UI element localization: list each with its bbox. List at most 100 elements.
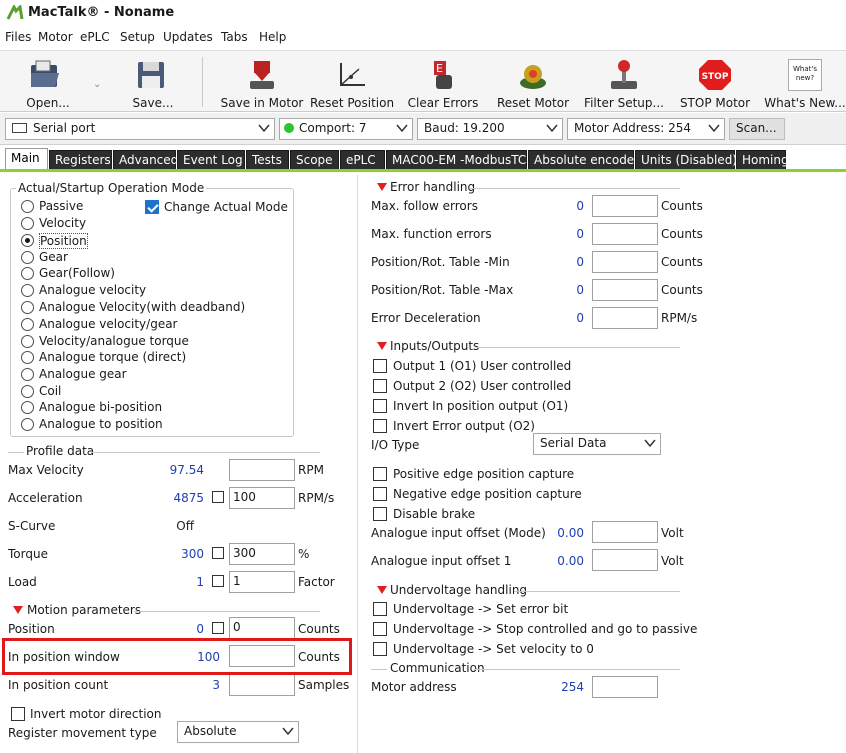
max-function-errors-unit: Counts: [661, 227, 703, 241]
max-follow-errors-input[interactable]: [592, 195, 658, 217]
tab-bar: Main Registers Advanced Event Log Tests …: [0, 148, 846, 170]
disable-brake-label: Disable brake: [393, 507, 476, 521]
tab-tests[interactable]: Tests: [246, 150, 289, 170]
menu-eplc[interactable]: ePLC: [80, 30, 110, 44]
save-in-motor-button[interactable]: Save in Motor: [220, 51, 304, 113]
invert-error-output-checkbox[interactable]: [373, 419, 387, 433]
menu-files[interactable]: Files: [5, 30, 31, 44]
mode-radio-passive[interactable]: [21, 200, 34, 213]
load-checkbox[interactable]: [212, 575, 224, 587]
open-label: Open...: [26, 96, 70, 110]
tab-event-log[interactable]: Event Log: [177, 150, 245, 170]
analogue-offset-1-input[interactable]: [592, 549, 658, 571]
tab-homing[interactable]: Homing: [736, 150, 789, 170]
collapse-triangle-icon[interactable]: [377, 183, 387, 191]
max-velocity-input[interactable]: [229, 459, 295, 481]
invert-motor-direction-checkbox[interactable]: [11, 707, 25, 721]
save-button[interactable]: Save...: [123, 51, 183, 113]
open-dropdown-arrow-icon[interactable]: ⌄: [93, 79, 101, 90]
undervoltage-stop-controlled-checkbox[interactable]: [373, 622, 387, 636]
register-movement-type-select[interactable]: Absolute: [177, 721, 299, 743]
mode-radio-position[interactable]: [21, 234, 34, 247]
torque-input[interactable]: 300: [229, 543, 295, 565]
error-deceleration-input[interactable]: [592, 307, 658, 329]
invert-in-position-output-checkbox[interactable]: [373, 399, 387, 413]
acceleration-input[interactable]: 100: [229, 487, 295, 509]
menu-help[interactable]: Help: [259, 30, 286, 44]
analogue-offset-mode-input[interactable]: [592, 521, 658, 543]
undervoltage-set-error-checkbox[interactable]: [373, 602, 387, 616]
baud-value: Baud: 19.200: [424, 121, 505, 135]
rot-table-min-input[interactable]: [592, 251, 658, 273]
reset-motor-button[interactable]: Reset Motor: [496, 51, 570, 113]
tab-mac00-em-modbustcp[interactable]: MAC00-EM -ModbusTCP: [386, 150, 533, 170]
positive-edge-capture-checkbox[interactable]: [373, 467, 387, 481]
tab-scope[interactable]: Scope: [290, 150, 339, 170]
tab-eplc[interactable]: ePLC: [340, 150, 385, 170]
stop-motor-label: STOP Motor: [679, 96, 751, 110]
reset-motor-icon: [520, 65, 546, 89]
clear-errors-button[interactable]: E Clear Errors: [404, 51, 482, 113]
acceleration-checkbox[interactable]: [212, 491, 224, 503]
mode-radio-analogue-torque-direct[interactable]: [21, 351, 34, 364]
position-checkbox[interactable]: [212, 622, 224, 634]
mode-radio-analogue-velocity[interactable]: [21, 284, 34, 297]
tab-absolute-encoder[interactable]: Absolute encoder: [528, 150, 639, 170]
load-unit: Factor: [298, 575, 335, 589]
menu-updates[interactable]: Updates: [163, 30, 213, 44]
io-type-select[interactable]: Serial Data: [533, 433, 661, 455]
position-input[interactable]: 0: [229, 617, 295, 639]
connected-status-icon: [284, 123, 294, 133]
disable-brake-checkbox[interactable]: [373, 507, 387, 521]
torque-checkbox[interactable]: [212, 547, 224, 559]
mode-radio-velocity[interactable]: [21, 217, 34, 230]
whats-new-button[interactable]: What's new? What's New...: [764, 51, 846, 113]
collapse-triangle-icon[interactable]: [13, 606, 23, 614]
output2-user-controlled-checkbox[interactable]: [373, 379, 387, 393]
motor-address-select[interactable]: Motor Address: 254: [567, 118, 725, 140]
open-button[interactable]: Open...: [18, 51, 78, 113]
comport-select[interactable]: Comport: 7: [279, 118, 413, 140]
filter-setup-button[interactable]: Filter Setup...: [584, 51, 664, 113]
folder-open-icon: [31, 60, 59, 87]
load-input[interactable]: 1: [229, 571, 295, 593]
menu-setup[interactable]: Setup: [120, 30, 155, 44]
negative-edge-capture-checkbox[interactable]: [373, 487, 387, 501]
scan-button[interactable]: Scan...: [729, 118, 785, 140]
floppy-disk-icon: [138, 62, 164, 88]
output1-user-controlled-checkbox[interactable]: [373, 359, 387, 373]
max-function-errors-input[interactable]: [592, 223, 658, 245]
position-unit: Counts: [298, 622, 340, 636]
menu-tabs[interactable]: Tabs: [221, 30, 248, 44]
tab-units[interactable]: Units (Disabled): [635, 150, 737, 170]
comport-value: Comport: 7: [299, 121, 367, 135]
rot-table-max-input[interactable]: [592, 279, 658, 301]
collapse-triangle-icon[interactable]: [377, 586, 387, 594]
collapse-triangle-icon[interactable]: [377, 342, 387, 350]
max-velocity-label: Max Velocity: [8, 463, 84, 477]
tab-registers[interactable]: Registers: [49, 150, 112, 170]
mode-radio-gear-follow[interactable]: [21, 267, 34, 280]
mode-radio-gear[interactable]: [21, 251, 34, 264]
mode-radio-analogue-gear[interactable]: [21, 368, 34, 381]
stop-motor-button[interactable]: STOP STOP Motor: [678, 51, 752, 113]
mode-radio-analogue-bi-position[interactable]: [21, 401, 34, 414]
mode-radio-coil[interactable]: [21, 385, 34, 398]
analogue-offset-mode-label: Analogue input offset (Mode): [371, 526, 546, 540]
menu-motor[interactable]: Motor: [38, 30, 73, 44]
tab-main[interactable]: Main: [5, 148, 48, 170]
tab-advanced[interactable]: Advanced: [113, 150, 178, 170]
output1-user-controlled-label: Output 1 (O1) User controlled: [393, 359, 572, 373]
motor-address-input[interactable]: [592, 676, 658, 698]
mode-radio-analogue-velocity-deadband[interactable]: [21, 301, 34, 314]
mode-radio-analogue-velocity-gear[interactable]: [21, 318, 34, 331]
baud-select[interactable]: Baud: 19.200: [417, 118, 563, 140]
in-position-count-input[interactable]: [229, 674, 295, 696]
undervoltage-set-error-label: Undervoltage -> Set error bit: [393, 602, 569, 616]
port-select[interactable]: Serial port: [5, 118, 275, 140]
change-actual-mode-checkbox[interactable]: [145, 200, 159, 214]
mode-radio-analogue-to-position[interactable]: [21, 418, 34, 431]
mode-radio-velocity-analogue-torque[interactable]: [21, 335, 34, 348]
undervoltage-set-velocity-checkbox[interactable]: [373, 642, 387, 656]
reset-position-button[interactable]: Reset Position: [310, 51, 394, 113]
